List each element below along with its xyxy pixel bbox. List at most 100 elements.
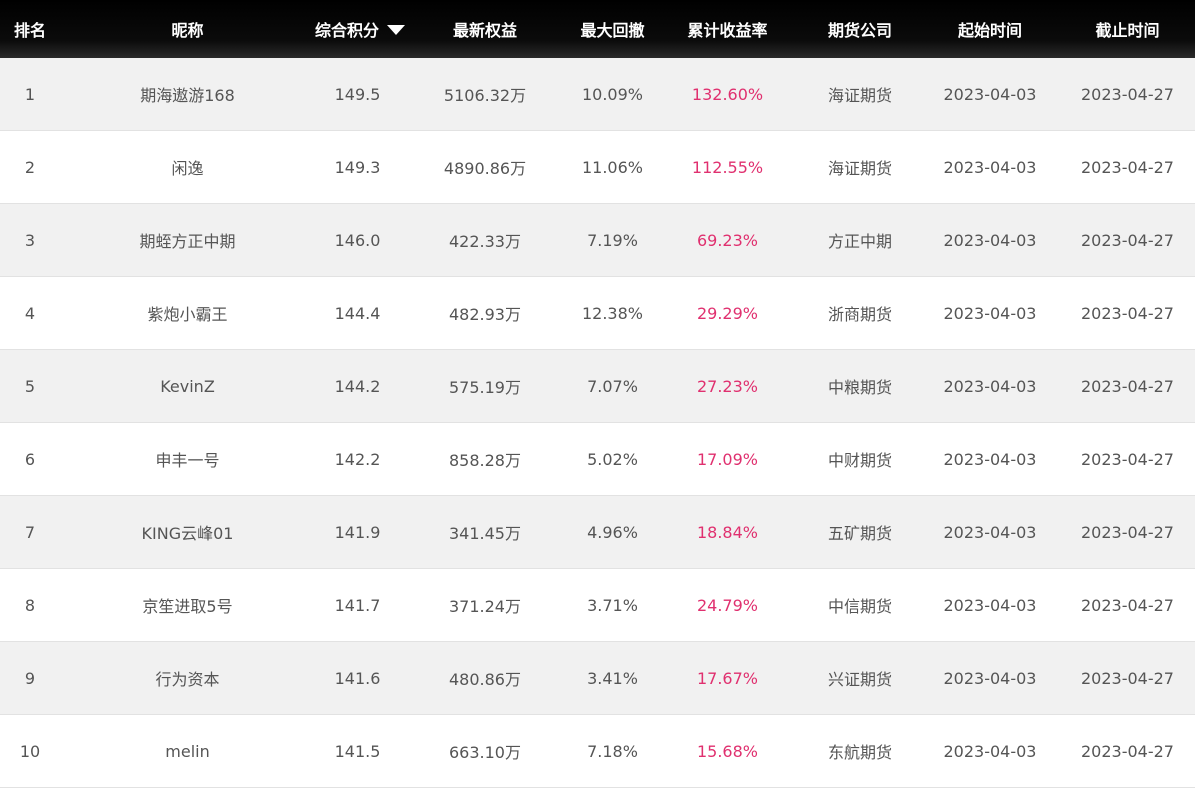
header-rank: 排名 — [13, 21, 46, 40]
header-name: 昵称 — [171, 21, 204, 40]
name-cell[interactable]: KevinZ — [60, 377, 315, 396]
start-date-cell: 2023-04-03 — [943, 303, 1037, 323]
return-cell: 17.09% — [696, 449, 758, 469]
table-row[interactable]: 3 期蛭方正中期 146.0 422.33万 7.19% 69.23% 方正中期 2023-0… — [0, 204, 1195, 277]
start-date-cell: 2023-04-03 — [943, 84, 1037, 104]
score-cell: 142.2 — [334, 449, 381, 469]
header-equity: 最新权益 — [452, 21, 517, 40]
rank-cell: 10 — [19, 741, 41, 761]
return-cell: 112.55% — [691, 157, 764, 177]
score-cell: 149.3 — [334, 157, 381, 177]
table-row[interactable]: 2 闲逸 149.3 4890.86万 11.06% 112.55% 海证期货 2023-04… — [0, 131, 1195, 204]
table-row[interactable]: 1 期海遨游168 149.5 5106.32万 10.09% 132.60% 海证期货 20… — [0, 58, 1195, 131]
equity-cell: 482.93万 — [449, 305, 521, 324]
return-cell: 17.67% — [696, 668, 758, 688]
score-cell: 144.2 — [334, 376, 381, 396]
rank-cell: 7 — [24, 522, 36, 542]
equity-cell: 371.24万 — [449, 597, 521, 616]
rank-cell: 9 — [24, 668, 36, 688]
equity-cell: 341.45万 — [449, 524, 521, 543]
equity-cell: 663.10万 — [449, 743, 521, 762]
firm-cell: 海证期货 — [827, 86, 892, 105]
name-cell[interactable]: 紫炮小霸王 — [60, 301, 315, 325]
drawdown-cell: 7.18% — [587, 741, 638, 761]
table-row[interactable]: 9 行为资本 141.6 480.86万 3.41% 17.67% 兴证期货 2023-04-… — [0, 642, 1195, 715]
name-cell[interactable]: 闲逸 — [60, 155, 315, 179]
return-cell: 27.23% — [696, 376, 758, 396]
start-date-cell: 2023-04-03 — [943, 668, 1037, 688]
header-drawdown: 最大回撤 — [580, 21, 645, 40]
start-date-cell: 2023-04-03 — [943, 449, 1037, 469]
equity-cell: 858.28万 — [449, 451, 521, 470]
drawdown-cell: 7.07% — [587, 376, 638, 396]
name-cell[interactable]: KING云峰01 — [60, 520, 315, 544]
end-date-cell: 2023-04-27 — [1081, 449, 1174, 469]
header-score-label: 综合积分 — [315, 21, 380, 40]
start-date-cell: 2023-04-03 — [943, 741, 1037, 761]
firm-cell: 中粮期货 — [827, 378, 892, 397]
header-return: 累计收益率 — [687, 21, 768, 40]
name-cell[interactable]: 申丰一号 — [60, 447, 315, 471]
drawdown-cell: 10.09% — [581, 84, 643, 104]
name-cell[interactable]: 期蛭方正中期 — [60, 228, 315, 252]
firm-cell: 浙商期货 — [827, 305, 892, 324]
end-date-cell: 2023-04-27 — [1081, 157, 1174, 177]
name-cell[interactable]: melin — [60, 742, 315, 761]
drawdown-cell: 11.06% — [581, 157, 643, 177]
start-date-cell: 2023-04-03 — [943, 230, 1037, 250]
sort-score-button[interactable]: 综合积分 — [315, 17, 406, 41]
table-header: 排名 昵称 综合积分 最新权益 最大回撤 累计收益率 期货公司 起始时间 截止时… — [0, 0, 1195, 58]
table-row[interactable]: 7 KING云峰01 141.9 341.45万 4.96% 18.84% 五矿期货 2023… — [0, 496, 1195, 569]
firm-cell: 方正中期 — [827, 232, 892, 251]
end-date-cell: 2023-04-27 — [1081, 376, 1174, 396]
table-row[interactable]: 5 KevinZ 144.2 575.19万 7.07% 27.23% 中粮期货 2023-0… — [0, 350, 1195, 423]
start-date-cell: 2023-04-03 — [943, 595, 1037, 615]
start-date-cell: 2023-04-03 — [943, 376, 1037, 396]
drawdown-cell: 4.96% — [587, 522, 638, 542]
end-date-cell: 2023-04-27 — [1081, 303, 1174, 323]
rank-cell: 5 — [24, 376, 36, 396]
score-cell: 141.7 — [334, 595, 381, 615]
end-date-cell: 2023-04-27 — [1081, 668, 1174, 688]
header-firm: 期货公司 — [827, 21, 892, 40]
header-start: 起始时间 — [957, 21, 1022, 40]
header-end: 截止时间 — [1095, 21, 1160, 40]
header-score[interactable]: 综合积分 — [315, 17, 406, 41]
end-date-cell: 2023-04-27 — [1081, 595, 1174, 615]
equity-cell: 4890.86万 — [443, 159, 527, 178]
rank-cell: 8 — [24, 595, 36, 615]
ranking-table: 排名 昵称 综合积分 最新权益 最大回撤 累计收益率 期货公司 起始时间 截止时… — [0, 0, 1195, 789]
table-row[interactable]: 4 紫炮小霸王 144.4 482.93万 12.38% 29.29% 浙商期货 2023-0… — [0, 277, 1195, 350]
end-date-cell: 2023-04-27 — [1081, 741, 1174, 761]
equity-cell: 575.19万 — [449, 378, 521, 397]
rank-cell: 1 — [24, 84, 36, 104]
name-cell[interactable]: 期海遨游168 — [60, 82, 315, 106]
equity-cell: 480.86万 — [449, 670, 521, 689]
return-cell: 29.29% — [696, 303, 758, 323]
table-row[interactable]: 6 申丰一号 142.2 858.28万 5.02% 17.09% 中财期货 2023-04-… — [0, 423, 1195, 496]
table-row[interactable]: 10 melin 141.5 663.10万 7.18% 15.68% 东航期货 2023-0… — [0, 715, 1195, 788]
name-cell[interactable]: 京笙进取5号 — [60, 593, 315, 617]
start-date-cell: 2023-04-03 — [943, 522, 1037, 542]
rank-cell: 6 — [24, 449, 36, 469]
score-cell: 144.4 — [334, 303, 381, 323]
firm-cell: 中财期货 — [827, 451, 892, 470]
name-cell[interactable]: 行为资本 — [60, 666, 315, 690]
firm-cell: 中信期货 — [827, 597, 892, 616]
rank-cell: 4 — [24, 303, 36, 323]
equity-cell: 422.33万 — [449, 232, 521, 251]
score-cell: 141.9 — [334, 522, 381, 542]
end-date-cell: 2023-04-27 — [1081, 522, 1174, 542]
firm-cell: 海证期货 — [827, 159, 892, 178]
rank-cell: 2 — [24, 157, 36, 177]
score-cell: 146.0 — [334, 230, 381, 250]
end-date-cell: 2023-04-27 — [1081, 84, 1174, 104]
score-cell: 141.5 — [334, 741, 381, 761]
equity-cell: 5106.32万 — [443, 86, 527, 105]
start-date-cell: 2023-04-03 — [943, 157, 1037, 177]
firm-cell: 五矿期货 — [827, 524, 892, 543]
table-row[interactable]: 8 京笙进取5号 141.7 371.24万 3.71% 24.79% 中信期货 2023-0… — [0, 569, 1195, 642]
end-date-cell: 2023-04-27 — [1081, 230, 1174, 250]
return-cell: 132.60% — [691, 84, 764, 104]
rank-cell: 3 — [24, 230, 36, 250]
